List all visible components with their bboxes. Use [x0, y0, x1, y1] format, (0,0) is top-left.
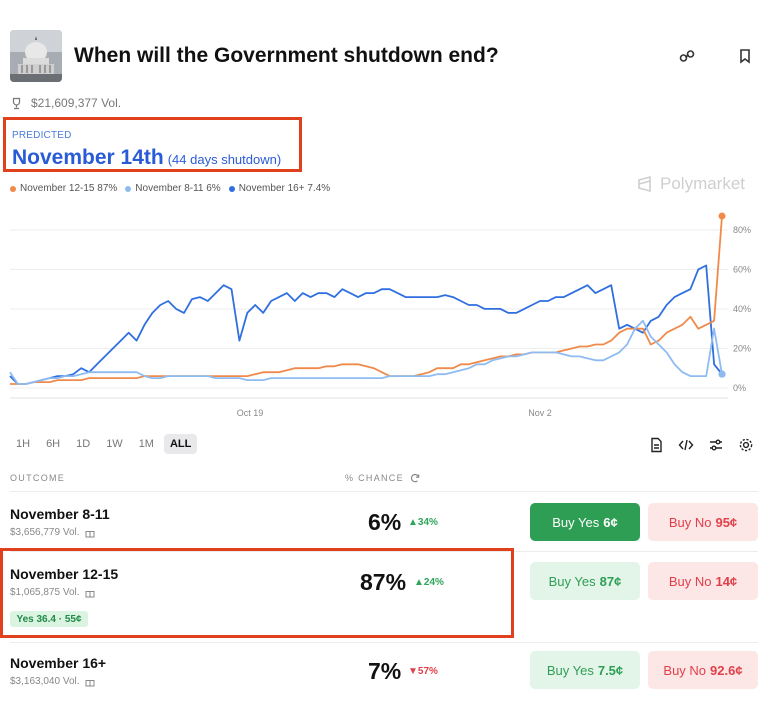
- outcome-name: November 16+: [10, 655, 107, 671]
- outcome-row[interactable]: November 8-11 $3,656,779 Vol. 6% ▲34% Bu…: [0, 492, 768, 552]
- legend-item: November 12-15 87%: [10, 183, 117, 194]
- predicted-highlight: PREDICTED November 14th (44 days shutdown…: [3, 117, 302, 172]
- predicted-label: PREDICTED: [12, 130, 72, 141]
- legend-item: November 16+ 7.4%: [228, 183, 330, 194]
- chart-tools: [648, 437, 754, 453]
- buy-yes-button[interactable]: Buy Yes 6¢: [530, 503, 640, 541]
- legend-dot: [125, 185, 132, 192]
- y-tick-label: 20%: [733, 343, 751, 353]
- bookmark-icon[interactable]: [736, 47, 754, 65]
- legend-item: November 8-11 6%: [125, 183, 221, 194]
- buy-no-button[interactable]: Buy No 92.6¢: [648, 651, 758, 689]
- series-line: [9, 319, 723, 385]
- outcome-chance: 6%: [368, 509, 402, 535]
- price-history-chart: 80% 60% 40% 20% 0% Oct 19 Nov 2: [9, 212, 751, 418]
- capitol-image: [10, 30, 62, 82]
- volume-row: $21,609,377 Vol.: [10, 95, 121, 111]
- column-header-chance: % CHANCE: [345, 473, 420, 483]
- refresh-icon[interactable]: [410, 473, 420, 483]
- polymarket-logo-icon: [638, 175, 651, 193]
- legend-dot: [10, 185, 16, 192]
- outcome-row[interactable]: November 16+ $3,163,040 Vol. 7% ▼57% Buy…: [0, 643, 768, 705]
- outcome-chance: 7%: [368, 658, 402, 684]
- range-1d[interactable]: 1D: [70, 434, 96, 454]
- polymarket-watermark: Polymarket: [636, 174, 745, 194]
- range-all[interactable]: ALL: [163, 434, 198, 454]
- y-tick-label: 60%: [733, 264, 751, 274]
- y-tick-label: 80%: [733, 225, 751, 235]
- buy-yes-button[interactable]: Buy Yes 7.5¢: [530, 651, 640, 689]
- settings-sliders-icon[interactable]: [708, 437, 724, 453]
- range-6h[interactable]: 6H: [40, 434, 66, 454]
- embed-code-icon[interactable]: [678, 437, 694, 453]
- outcome-volume: $3,163,040 Vol.: [10, 676, 95, 687]
- market-header: When will the Government shutdown end?: [10, 30, 758, 82]
- document-icon[interactable]: [648, 437, 664, 453]
- range-1w[interactable]: 1W: [100, 434, 129, 454]
- top-nav-strip: [0, 0, 768, 14]
- outcome-name: November 8-11: [10, 506, 110, 522]
- legend-dot: [228, 185, 235, 192]
- time-range-selector: 1H 6H 1D 1W 1M ALL: [10, 434, 198, 454]
- chance-delta: ▲34%: [408, 517, 438, 528]
- chance-delta: ▼57%: [408, 666, 438, 677]
- buy-no-button[interactable]: Buy No 14¢: [648, 562, 758, 600]
- buy-yes-button[interactable]: Buy Yes 87¢: [530, 562, 640, 600]
- y-tick-label: 0%: [733, 383, 746, 393]
- series-end-point: [718, 212, 726, 220]
- series-line: [10, 215, 723, 385]
- range-1m[interactable]: 1M: [133, 434, 160, 454]
- column-header-outcome: OUTCOME: [10, 473, 66, 483]
- x-tick-label: Nov 2: [528, 408, 552, 418]
- gear-icon[interactable]: [738, 437, 754, 453]
- predicted-value: November 14th (44 days shutdown): [12, 146, 282, 169]
- series-end-point: [718, 370, 726, 378]
- predicted-note: (44 days shutdown): [167, 152, 282, 167]
- trophy-icon: [12, 97, 21, 109]
- outcome-volume: $3,656,779 Vol.: [10, 527, 95, 538]
- gift-icon: [85, 530, 95, 537]
- outcome-highlight: [0, 548, 514, 638]
- x-tick-label: Oct 19: [237, 408, 264, 418]
- link-icon[interactable]: [678, 47, 696, 65]
- buy-no-button[interactable]: Buy No 95¢: [648, 503, 758, 541]
- total-volume: $21,609,377 Vol.: [31, 96, 122, 110]
- gift-icon: [85, 679, 95, 686]
- range-1h[interactable]: 1H: [10, 434, 36, 454]
- chart-legend: November 12-15 87% November 8-11 6% Nove…: [10, 183, 330, 194]
- market-title: When will the Government shutdown end?: [74, 44, 499, 67]
- y-tick-label: 40%: [733, 304, 751, 314]
